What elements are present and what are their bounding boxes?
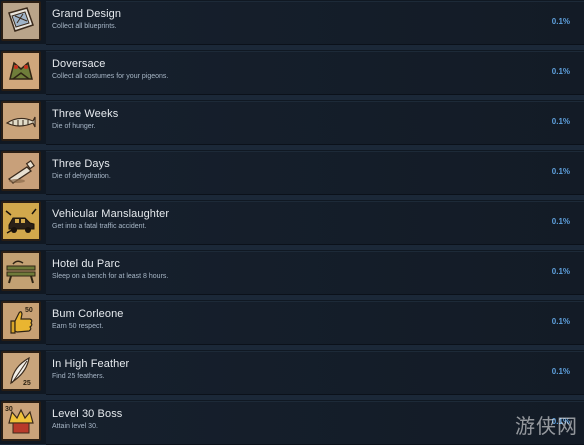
achievement-row-body bbox=[46, 151, 584, 195]
feather-icon: 25 bbox=[1, 351, 41, 391]
achievement-row[interactable]: 30 Level 30 Boss Attain level 30. 0.1% bbox=[0, 400, 584, 445]
achievement-row[interactable]: Three Days Die of dehydration. 0.1% bbox=[0, 150, 584, 195]
svg-text:30: 30 bbox=[5, 406, 13, 413]
achievement-description: Die of dehydration. bbox=[52, 173, 111, 180]
achievement-row[interactable]: 25 In High Feather Find 25 feathers. 0.1… bbox=[0, 350, 584, 395]
car-crash-icon bbox=[1, 201, 41, 241]
achievement-description: Find 25 feathers. bbox=[52, 373, 105, 380]
achievement-row[interactable]: 50 Bum Corleone Earn 50 respect. 0.1% bbox=[0, 300, 584, 345]
achievement-row[interactable]: Grand Design Collect all blueprints. 0.1… bbox=[0, 0, 584, 45]
achievement-title: Level 30 Boss bbox=[52, 408, 123, 420]
achievement-row-body bbox=[46, 1, 584, 45]
achievement-description: Collect all costumes for your pigeons. bbox=[52, 73, 169, 80]
achievement-title: Three Days bbox=[52, 158, 110, 170]
achievement-title: Grand Design bbox=[52, 8, 122, 20]
achievement-description: Collect all blueprints. bbox=[52, 23, 117, 30]
unlock-percentage: 0.1% bbox=[551, 367, 570, 376]
achievement-title: Bum Corleone bbox=[52, 308, 124, 320]
pigeon-costume-icon bbox=[1, 51, 41, 91]
achievement-row[interactable]: Vehicular Manslaughter Get into a fatal … bbox=[0, 200, 584, 245]
blueprints-icon bbox=[1, 1, 41, 41]
achievement-title: In High Feather bbox=[52, 358, 130, 370]
svg-text:50: 50 bbox=[25, 307, 33, 314]
achievement-description: Die of hunger. bbox=[52, 123, 96, 130]
thumbs-up-icon: 50 bbox=[1, 301, 41, 341]
empty-bottle-icon bbox=[1, 151, 41, 191]
achievement-row[interactable]: Three Weeks Die of hunger. 0.1% bbox=[0, 100, 584, 145]
achievement-title: Vehicular Manslaughter bbox=[52, 208, 170, 220]
achievement-title: Doversace bbox=[52, 58, 106, 70]
unlock-percentage: 0.1% bbox=[551, 217, 570, 226]
achievement-row-body bbox=[46, 101, 584, 145]
achievement-title: Three Weeks bbox=[52, 108, 119, 120]
achievement-title: Hotel du Parc bbox=[52, 258, 120, 270]
achievement-description: Earn 50 respect. bbox=[52, 323, 104, 330]
achievement-row-body bbox=[46, 401, 584, 445]
unlock-percentage: 0.1% bbox=[551, 267, 570, 276]
unlock-percentage: 0.1% bbox=[551, 17, 570, 26]
unlock-percentage: 0.1% bbox=[551, 117, 570, 126]
svg-text:25: 25 bbox=[23, 380, 31, 387]
crown-icon: 30 bbox=[1, 401, 41, 441]
achievement-row[interactable]: Hotel du Parc Sleep on a bench for at le… bbox=[0, 250, 584, 295]
watermark-logo: 游侠网 bbox=[515, 414, 578, 438]
achievement-row-body bbox=[46, 301, 584, 345]
unlock-percentage: 0.1% bbox=[551, 167, 570, 176]
achievement-description: Get into a fatal traffic accident. bbox=[52, 223, 147, 230]
bench-icon bbox=[1, 251, 41, 291]
achievement-row[interactable]: Doversace Collect all costumes for your … bbox=[0, 50, 584, 95]
achievement-description: Sleep on a bench for at least 8 hours. bbox=[52, 273, 169, 280]
fish-bones-icon bbox=[1, 101, 41, 141]
unlock-percentage: 0.1% bbox=[551, 67, 570, 76]
unlock-percentage: 0.1% bbox=[551, 317, 570, 326]
achievement-description: Attain level 30. bbox=[52, 423, 98, 430]
